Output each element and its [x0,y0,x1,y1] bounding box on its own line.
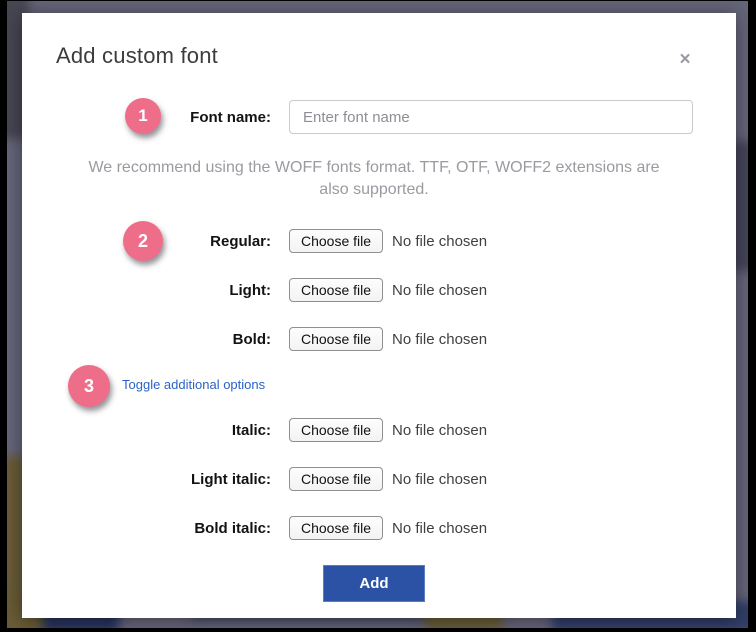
light-italic-label: Light italic: [56,471,271,488]
light-italic-file-control: Choose file No file chosen [289,467,692,491]
step-badge-1: 1 [125,98,161,134]
modal-footer: Add [56,565,692,602]
bold-italic-choose-file-button[interactable]: Choose file [289,516,383,540]
light-italic-choose-file-button[interactable]: Choose file [289,467,383,491]
regular-choose-file-button[interactable]: Choose file [289,229,383,253]
italic-file-control: Choose file No file chosen [289,418,692,442]
upload-row-light-italic: Light italic: Choose file No file chosen [56,467,692,491]
format-recommendation-note: We recommend using the WOFF fonts format… [74,157,674,201]
upload-row-bold-italic: Bold italic: Choose file No file chosen [56,516,692,540]
regular-label: Regular: [56,233,271,250]
bold-choose-file-button[interactable]: Choose file [289,327,383,351]
regular-file-control: Choose file No file chosen [289,229,692,253]
bold-label: Bold: [56,331,271,348]
toggle-options-row: 3 Toggle additional options [56,376,692,396]
close-icon[interactable]: × [674,49,696,71]
add-custom-font-modal: Add custom font × 1 Font name: We recomm… [22,13,736,618]
step-badge-3: 3 [68,365,110,407]
add-button[interactable]: Add [323,565,425,602]
italic-choose-file-button[interactable]: Choose file [289,418,383,442]
modal-title: Add custom font [56,43,692,69]
bold-file-control: Choose file No file chosen [289,327,692,351]
bold-file-status: No file chosen [392,331,487,348]
font-name-label: Font name: [56,109,271,126]
bold-italic-file-status: No file chosen [392,520,487,537]
upload-row-regular: 2 Regular: Choose file No file chosen [56,229,692,253]
bold-italic-file-control: Choose file No file chosen [289,516,692,540]
light-italic-file-status: No file chosen [392,471,487,488]
italic-label: Italic: [56,422,271,439]
italic-file-status: No file chosen [392,422,487,439]
toggle-additional-options-link[interactable]: Toggle additional options [122,377,265,392]
font-name-row: 1 Font name: [56,99,692,135]
upload-row-bold: Bold: Choose file No file chosen [56,327,692,351]
font-name-input[interactable] [289,100,693,134]
bold-italic-label: Bold italic: [56,520,271,537]
step-badge-2: 2 [123,221,163,261]
regular-file-status: No file chosen [392,233,487,250]
upload-row-light: Light: Choose file No file chosen [56,278,692,302]
upload-row-italic: Italic: Choose file No file chosen [56,418,692,442]
light-file-status: No file chosen [392,282,487,299]
light-choose-file-button[interactable]: Choose file [289,278,383,302]
light-label: Light: [56,282,271,299]
light-file-control: Choose file No file chosen [289,278,692,302]
